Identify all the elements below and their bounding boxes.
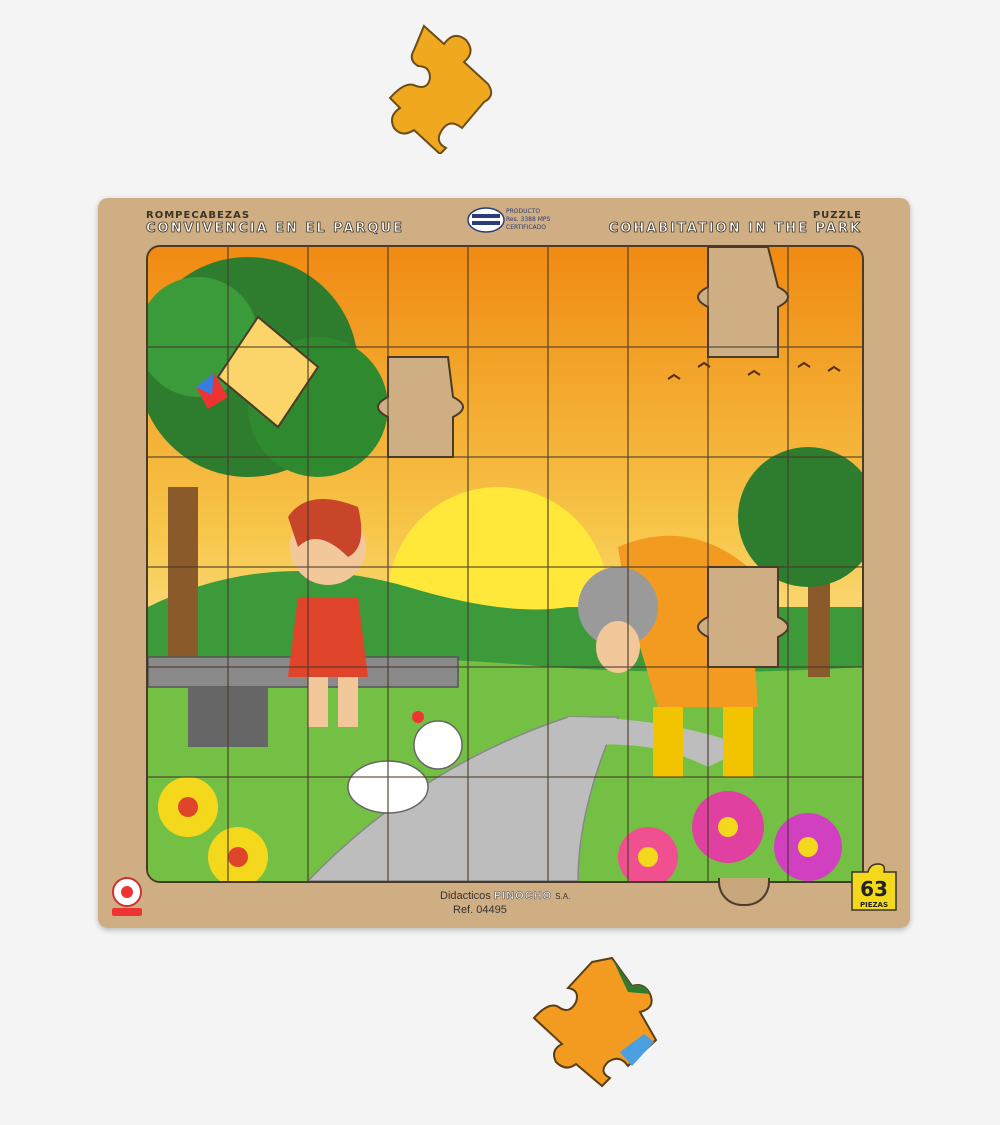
certification-text: PRODUCTO Res. 3388 MPS CERTIFICADO	[506, 208, 550, 232]
title-en: COHABITATION IN THE PARK	[608, 221, 862, 237]
title-es: CONVIVENCIA EN EL PARQUE	[146, 221, 405, 237]
loose-puzzle-piece-top[interactable]	[384, 20, 512, 154]
piece-count-badge: 63 PIEZAS	[851, 863, 897, 911]
cert-line-2: Res. 3388 MPS	[506, 216, 551, 223]
reference-number: Ref. 04495	[453, 904, 507, 916]
loose-puzzle-piece-bottom[interactable]	[532, 956, 660, 1088]
title-es-small: ROMPECABEZAS	[146, 210, 251, 221]
brand-prefix: Didacticos	[440, 890, 491, 902]
cert-line-1: PRODUCTO	[506, 208, 541, 215]
brand-name: PINOCHO	[493, 890, 553, 903]
piece-count: 63	[860, 877, 888, 901]
brand-label: Didacticos PINOCHO S.A.	[440, 890, 571, 903]
brand-suffix: S.A.	[555, 892, 571, 901]
piece-word: PIEZAS	[860, 901, 888, 909]
park-scene-illustration	[146, 245, 864, 883]
pinocchio-logo	[112, 877, 142, 916]
cert-line-3: CERTIFICADO	[506, 224, 547, 231]
title-en-small: PUZZLE	[812, 210, 862, 221]
